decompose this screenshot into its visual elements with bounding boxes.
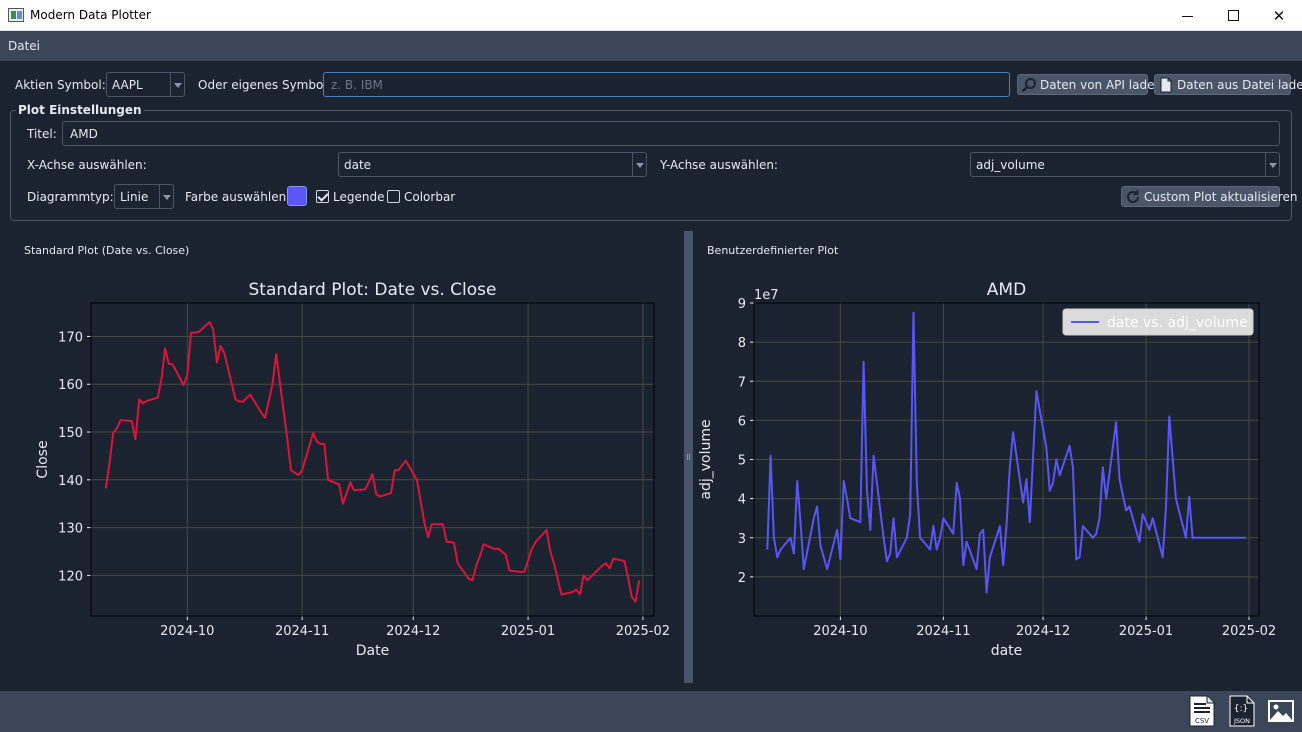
color-picker-button[interactable] (287, 186, 307, 206)
app-icon (8, 8, 24, 22)
chart-type-combo[interactable]: Linie (114, 184, 174, 209)
load-file-button[interactable]: Daten aus Datei laden (1154, 74, 1302, 95)
y-tick-label: 160 (58, 378, 83, 393)
load-api-label: Daten von API laden (1040, 77, 1163, 92)
y-axis-value: adj_volume (976, 158, 1045, 172)
y-axis-label: Y-Achse auswählen: (660, 158, 778, 172)
minimize-button[interactable] (1164, 0, 1210, 31)
export-json-button[interactable]: {:} JSON (1229, 695, 1255, 727)
colorbar-label: Colorbar (404, 190, 456, 204)
x-tick-label: 2024-11 (916, 624, 970, 639)
plot-settings-title: Plot Einstellungen (16, 103, 144, 117)
file-icon (1158, 77, 1174, 93)
custom-symbol-placeholder: z. B. IBM (331, 78, 383, 92)
y-axis-title: adj_volume (698, 419, 714, 499)
y-tick-label: 8 (738, 336, 746, 351)
colorbar-checkbox[interactable] (387, 190, 400, 203)
x-tick-label: 2024-12 (386, 624, 440, 639)
json-icon-label: JSON (1233, 717, 1250, 725)
x-tick-label: 2025-02 (1222, 624, 1276, 639)
right-panel-label: Benutzerdefinierter Plot (707, 244, 839, 257)
window-title: Modern Data Plotter (30, 8, 151, 22)
y-tick-label: 150 (58, 426, 83, 441)
menu-item-datei[interactable]: Datei (8, 39, 40, 53)
splitter-grip-icon (687, 454, 690, 460)
export-image-button[interactable] (1267, 695, 1295, 727)
load-api-button[interactable]: Daten von API laden (1017, 74, 1162, 95)
json-icon: {:} JSON (1229, 695, 1255, 727)
y-tick-label: 120 (58, 569, 83, 584)
title-bar: Modern Data Plotter ✕ (0, 0, 1302, 31)
symbol-value: AAPL (112, 78, 143, 92)
x-axis-title: date (991, 643, 1023, 659)
legend-label: date vs. adj_volume (1107, 315, 1248, 331)
update-plot-label: Custom Plot aktualisieren (1144, 189, 1298, 204)
close-button[interactable]: ✕ (1256, 0, 1302, 31)
x-tick-label: 2025-01 (1119, 624, 1173, 639)
app-window: Modern Data Plotter ✕ Datei Aktien Symbo… (0, 0, 1302, 732)
y-tick-label: 7 (738, 375, 746, 390)
x-tick-label: 2024-10 (160, 624, 214, 639)
update-plot-button[interactable]: Custom Plot aktualisieren (1121, 186, 1297, 207)
search-icon (1021, 77, 1037, 93)
standard-plot-chart: 2024-10 2024-11 2024-12 2025-01 2025-02 120 13… (35, 280, 670, 659)
y-tick-label: 140 (58, 474, 83, 489)
custom-symbol-input[interactable]: z. B. IBM (323, 72, 1010, 97)
plot-title-value: AMD (70, 127, 98, 141)
symbol-label: Aktien Symbol: (15, 78, 106, 92)
y-tick-label: 6 (738, 414, 746, 429)
chevron-down-icon (632, 153, 646, 176)
x-tick-label: 2024-11 (275, 624, 329, 639)
y-tick-label: 5 (738, 454, 746, 469)
y-tick-label: 170 (58, 330, 83, 345)
y-tick-label: 3 (738, 532, 746, 547)
custom-plot-chart: 2024-10 2024-11 2024-12 2025-01 2025-02 2 3 4 5 6… (698, 280, 1276, 659)
x-axis-title: Date (356, 643, 389, 659)
y-scale-label: 1e7 (754, 288, 779, 303)
image-icon (1268, 700, 1294, 722)
legend-checkbox[interactable] (316, 190, 329, 203)
load-file-label: Daten aus Datei laden (1177, 77, 1302, 92)
x-axis-value: date (344, 158, 372, 172)
x-tick-label: 2024-12 (1016, 624, 1070, 639)
y-tick-label: 4 (738, 493, 746, 508)
chart-type-value: Linie (120, 190, 149, 204)
x-axis-combo[interactable]: date (338, 152, 647, 177)
plot-title-input[interactable]: AMD (62, 121, 1280, 146)
export-csv-button[interactable]: CSV (1189, 695, 1215, 727)
csv-icon: CSV (1189, 695, 1215, 727)
maximize-button[interactable] (1210, 0, 1256, 31)
x-tick-label: 2024-10 (813, 624, 867, 639)
y-axis-title: Close (35, 440, 51, 478)
custom-symbol-label: Oder eigenes Symbol: (198, 78, 331, 92)
y-tick-label: 2 (738, 571, 746, 586)
chart-type-label: Diagrammtyp: (27, 190, 114, 204)
title-field-label: Titel: (27, 127, 57, 141)
menu-bar: Datei (0, 31, 1302, 61)
status-bar (0, 691, 1302, 732)
x-tick-label: 2025-01 (501, 624, 555, 639)
plot-area (90, 302, 655, 617)
minimize-icon (1181, 16, 1193, 17)
chevron-down-icon (170, 73, 184, 96)
close-icon: ✕ (1272, 6, 1286, 25)
chart-title: Standard Plot: Date vs. Close (249, 280, 497, 300)
chart-title: AMD (987, 280, 1026, 300)
y-tick-label: 130 (58, 522, 83, 537)
csv-icon-label: CSV (1195, 717, 1209, 725)
color-label: Farbe auswählen: (185, 190, 291, 204)
left-panel-label: Standard Plot (Date vs. Close) (24, 244, 190, 257)
x-tick-label: 2025-02 (616, 624, 670, 639)
y-tick-label: 9 (738, 297, 746, 312)
maximize-icon (1227, 10, 1239, 21)
chevron-down-icon (1265, 153, 1279, 176)
refresh-icon (1125, 189, 1141, 205)
legend-label: Legende (333, 190, 385, 204)
svg-text:{:}: {:} (1234, 704, 1248, 714)
chevron-down-icon (159, 185, 173, 208)
symbol-combo[interactable]: AAPL (106, 72, 185, 97)
x-axis-label: X-Achse auswählen: (27, 158, 147, 172)
y-axis-combo[interactable]: adj_volume (970, 152, 1280, 177)
